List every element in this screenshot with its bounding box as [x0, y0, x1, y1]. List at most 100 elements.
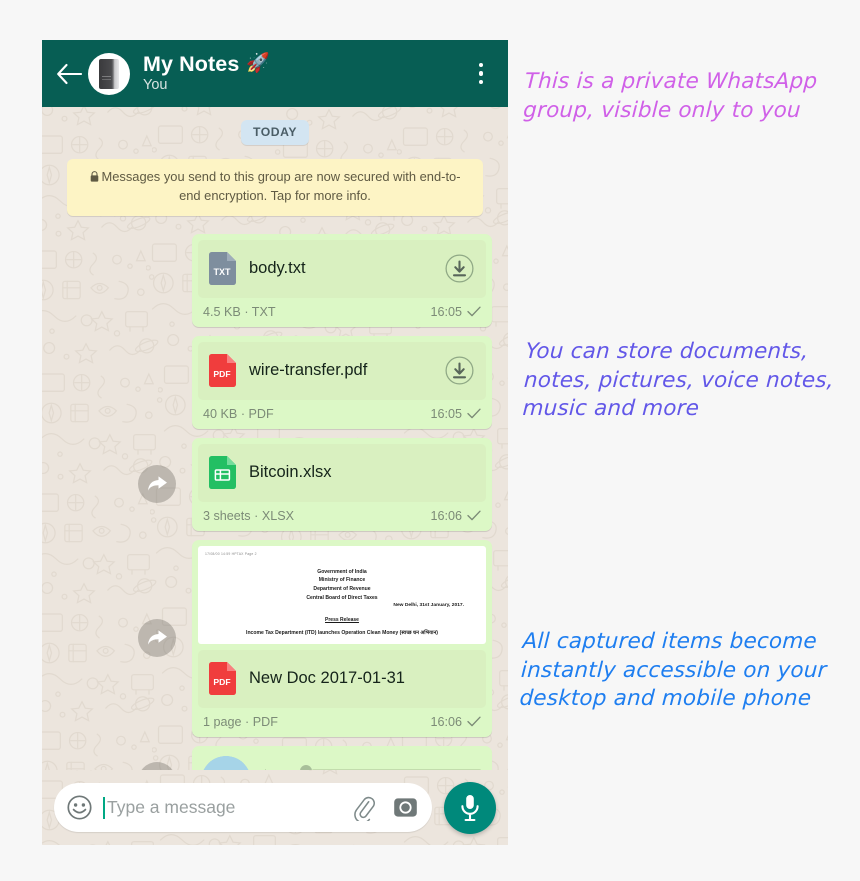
meta-separator: · [254, 508, 259, 523]
message-meta: 40 KB · PDF 16:05 [192, 400, 492, 429]
document-preview-message-bubble[interactable]: 17/08/00 14:59 HPTAX Page 2 Government o… [192, 539, 492, 737]
emoji-icon[interactable] [67, 795, 92, 820]
annotation-store-documents: You can store documents, notes, pictures… [521, 339, 835, 422]
chat-title-text: My Notes [143, 52, 240, 77]
download-icon[interactable] [445, 254, 474, 283]
encryption-notice-text: Messages you send to this group are now … [101, 169, 461, 204]
forward-icon[interactable] [138, 761, 176, 770]
message-list[interactable]: TODAY Messages you send to this group ar… [42, 107, 508, 770]
message-meta: 3 sheets · XLSX 16:06 [192, 502, 492, 531]
document-message-bubble[interactable]: Bitcoin.xlsx 3 sheets · XLSX 16:06 [192, 437, 492, 531]
message-time: 16:06 [430, 508, 462, 523]
message-time: 16:06 [430, 714, 462, 729]
search-input[interactable]: Type a message [107, 797, 351, 818]
overflow-menu-icon[interactable] [468, 57, 494, 91]
chat-title-block[interactable]: My Notes 🚀 You [143, 52, 468, 94]
document-file-name: body.txt [249, 259, 306, 278]
file-size: 1 page [203, 714, 242, 729]
message-input-pill[interactable]: Type a message [54, 783, 432, 832]
document-card[interactable]: PDF wire-transfer.pdf [198, 341, 486, 400]
message-meta-right: 16:05 [430, 305, 481, 319]
preview-press-release-label: Press Release [325, 616, 359, 623]
document-file-name: wire-transfer.pdf [249, 361, 368, 380]
message-meta: 1 page · PDF 16:06 [192, 708, 492, 737]
annotation-captured-items: All captured items become instantly acce… [518, 629, 828, 712]
whatsapp-phone-screen: My Notes 🚀 You TODAY Messages you send t… [42, 40, 508, 845]
file-size: 4.5 KB [203, 304, 241, 319]
message-row: 00:05 16:07 [58, 745, 492, 770]
voice-progress-slider[interactable] [300, 764, 481, 770]
file-format: TXT [251, 304, 276, 319]
document-meta-left: 1 page · PDF [203, 715, 430, 729]
pdf-file-icon: PDF [209, 354, 236, 388]
svg-text:TXT: TXT [214, 267, 232, 277]
chat-header: My Notes 🚀 You [42, 40, 508, 107]
camera-icon[interactable] [393, 795, 418, 820]
slider-track[interactable] [312, 769, 481, 770]
page-title: My Notes 🚀 [143, 52, 468, 77]
preview-org-line-3: Department of Revenue [313, 586, 371, 593]
message-row: TXT body.txt 4.5 KB · TXT 16:05 [58, 233, 492, 327]
preview-date-line: New Delhi, 31st January, 2017. [393, 602, 464, 608]
message-meta-right: 16:06 [430, 715, 481, 729]
voice-sender-avatar-photo [201, 755, 251, 770]
message-row: PDF wire-transfer.pdf 40 KB · PDF 16:05 [58, 335, 492, 429]
sent-check-icon [467, 408, 481, 419]
day-divider-row: TODAY [58, 120, 492, 145]
preview-header-line: 17/08/00 14:59 HPTAX Page 2 [205, 551, 257, 556]
day-divider-chip: TODAY [240, 120, 310, 145]
microphone-icon[interactable] [444, 781, 496, 834]
file-size: 40 KB [203, 406, 238, 421]
forward-icon[interactable] [138, 619, 176, 658]
message-row: 17/08/00 14:59 HPTAX Page 2 Government o… [58, 539, 492, 737]
preview-headline: Income Tax Department (ITD) launches Ope… [246, 629, 438, 636]
preview-org-line-2: Ministry of Finance [318, 577, 366, 584]
document-meta-left: 40 KB · PDF [203, 407, 430, 421]
preview-org-block: Government of India Ministry of Finance … [198, 568, 486, 603]
encryption-notice[interactable]: Messages you send to this group are now … [67, 159, 483, 216]
preview-org-line-1: Government of India [317, 568, 367, 575]
document-card[interactable]: TXT body.txt [198, 239, 486, 298]
file-format: PDF [252, 714, 278, 729]
avatar[interactable] [88, 52, 130, 95]
document-meta-left: 3 sheets · XLSX [203, 509, 430, 523]
document-meta-left: 4.5 KB · TXT [203, 305, 430, 319]
document-file-name: New Doc 2017-01-31 [249, 669, 405, 688]
meta-separator: · [244, 304, 249, 319]
document-message-bubble[interactable]: TXT body.txt 4.5 KB · TXT 16:05 [192, 233, 492, 327]
meta-separator: · [240, 406, 246, 421]
document-card[interactable]: Bitcoin.xlsx [198, 443, 486, 502]
voice-message-bubble[interactable]: 00:05 16:07 [192, 745, 492, 770]
document-card[interactable]: PDF New Doc 2017-01-31 [198, 649, 486, 708]
message-time: 16:05 [430, 406, 462, 421]
file-size: 3 sheets [203, 508, 251, 523]
message-meta: 4.5 KB · TXT 16:05 [192, 298, 492, 327]
notebook-avatar-image [99, 58, 119, 89]
pdf-page-preview[interactable]: 17/08/00 14:59 HPTAX Page 2 Government o… [198, 545, 486, 644]
voice-sender-avatar[interactable] [201, 755, 251, 770]
message-meta-right: 16:06 [430, 509, 481, 523]
preview-org-line-4: Central Board of Direct Taxes [306, 594, 378, 601]
document-message-bubble[interactable]: PDF wire-transfer.pdf 40 KB · PDF 16:05 [192, 335, 492, 429]
meta-separator: · [245, 714, 250, 729]
sent-check-icon [467, 510, 481, 521]
annotation-private-group: This is a private WhatsApp group, visibl… [522, 69, 818, 123]
paperclip-icon[interactable] [351, 795, 377, 821]
message-input-bar: Type a message [42, 770, 508, 845]
svg-text:PDF: PDF [213, 369, 230, 379]
message-row: Bitcoin.xlsx 3 sheets · XLSX 16:06 [58, 437, 492, 531]
svg-text:PDF: PDF [213, 677, 230, 687]
rocket-icon: 🚀 [246, 53, 271, 75]
play-icon[interactable] [263, 768, 287, 770]
sent-check-icon [467, 716, 481, 727]
message-meta-right: 16:05 [430, 407, 481, 421]
sent-check-icon [467, 306, 481, 317]
xlsx-file-icon [209, 456, 236, 490]
document-file-name: Bitcoin.xlsx [249, 463, 332, 482]
download-icon[interactable] [445, 356, 474, 385]
chat-subtitle: You [143, 77, 168, 94]
forward-icon[interactable] [138, 465, 176, 504]
message-time: 16:05 [430, 304, 462, 319]
back-arrow-icon[interactable] [54, 59, 84, 89]
slider-thumb[interactable] [300, 764, 312, 770]
